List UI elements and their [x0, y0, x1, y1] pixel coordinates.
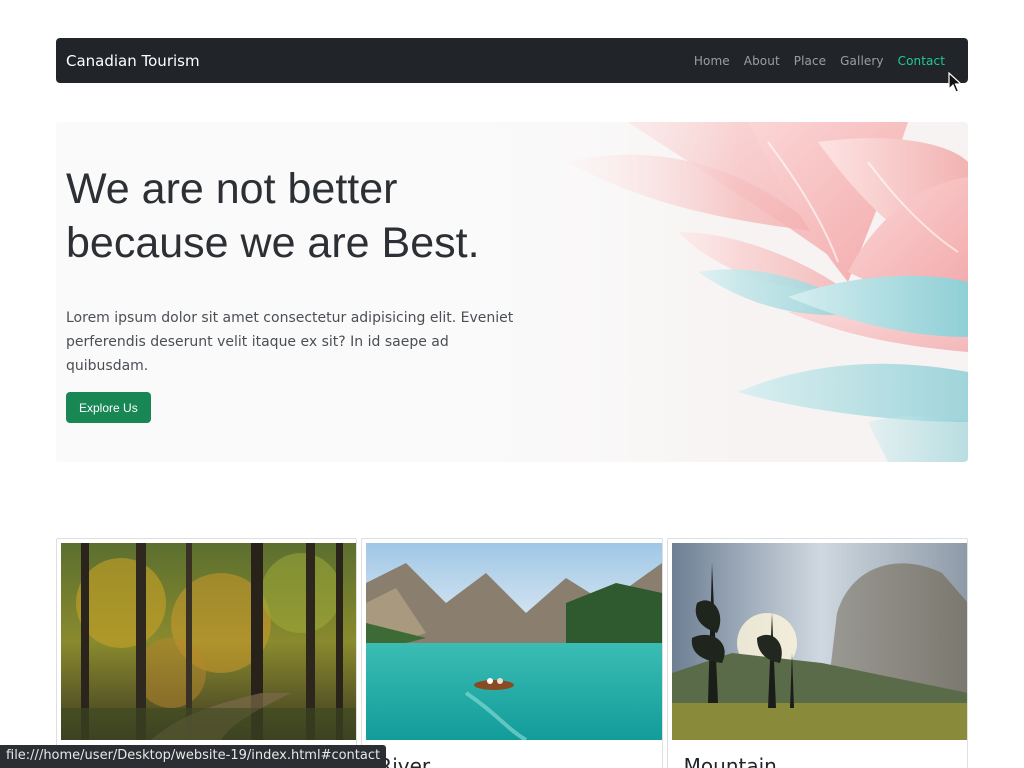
hero-title-line-2: because we are Best. — [66, 219, 480, 267]
hero-section: We are not better because we are Best. L… — [56, 122, 968, 462]
card-title-mountain: Mountain — [683, 754, 777, 768]
mouse-cursor-icon — [948, 72, 962, 93]
place-cards: River Mountain — [56, 538, 968, 768]
forest-image — [61, 543, 357, 740]
hero-text: Lorem ipsum dolor sit amet consectetur a… — [66, 310, 514, 374]
hero-title: We are not better because we are Best. — [66, 162, 586, 270]
mountain-image — [671, 543, 967, 740]
card-mountain[interactable]: Mountain — [666, 538, 968, 768]
nav-links: Home About Place Gallery Contact — [687, 54, 952, 68]
hero-title-line-1: We are not better — [66, 165, 398, 213]
brand[interactable]: Canadian Tourism — [66, 52, 200, 70]
nav-link-contact[interactable]: Contact — [891, 54, 952, 68]
nav-link-home[interactable]: Home — [687, 54, 737, 68]
lake-image — [366, 543, 662, 740]
browser-status-url: file:///home/user/Desktop/website-19/ind… — [0, 745, 387, 768]
card-title-river: River — [378, 754, 431, 768]
page: Canadian Tourism Home About Place Galler… — [0, 0, 1024, 768]
explore-us-button[interactable]: Explore Us — [66, 392, 151, 423]
nav-link-gallery[interactable]: Gallery — [833, 54, 890, 68]
nav-link-about[interactable]: About — [737, 54, 787, 68]
card-forest[interactable] — [56, 538, 358, 768]
card-river[interactable]: River — [361, 538, 663, 768]
navbar: Canadian Tourism Home About Place Galler… — [56, 38, 968, 83]
nav-link-place[interactable]: Place — [787, 54, 833, 68]
